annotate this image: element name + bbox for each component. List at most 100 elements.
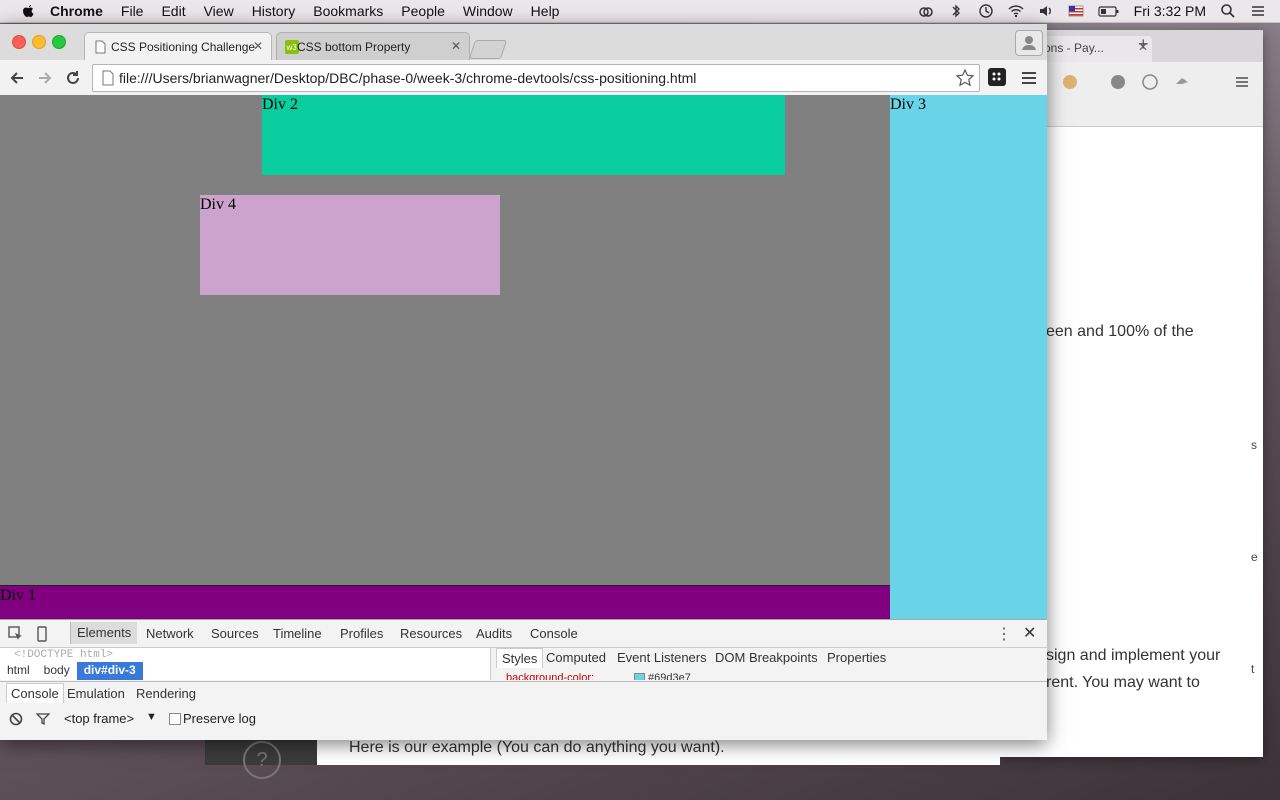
console-toolbar: <top frame> ▼ Preserve log <box>0 706 1047 732</box>
menu-icon[interactable] <box>1234 74 1250 90</box>
creative-cloud-icon[interactable] <box>918 3 934 19</box>
forward-arrow-icon[interactable] <box>36 69 54 87</box>
background-edge-letter: e <box>1251 550 1258 564</box>
tab-audits[interactable]: Audits <box>476 626 512 641</box>
tab-network[interactable]: Network <box>146 626 194 641</box>
tab-label: CSS Positioning Challenge <box>111 40 256 54</box>
filter-icon[interactable] <box>36 712 50 726</box>
drawer-tab-console[interactable]: Console <box>6 683 64 703</box>
zoom-window-button[interactable] <box>52 35 66 49</box>
menu-file[interactable]: File <box>121 3 144 19</box>
reload-icon[interactable] <box>64 69 82 87</box>
emoji-extension-icon[interactable] <box>1062 74 1078 90</box>
chat-extension-icon[interactable] <box>1110 74 1126 90</box>
new-tab-plus-icon[interactable]: + <box>1138 34 1149 55</box>
page-icon <box>95 40 106 54</box>
close-tab-icon[interactable]: ✕ <box>253 39 263 53</box>
tab-console[interactable]: Console <box>530 626 578 641</box>
dropdown-caret-icon[interactable]: ▼ <box>146 711 157 723</box>
background-tab-label: ons - Pay... <box>1044 41 1104 55</box>
new-tab-button[interactable] <box>468 40 508 59</box>
volume-icon[interactable] <box>1038 3 1054 19</box>
background-text-line-1: een and 100% of the <box>1046 323 1194 340</box>
menu-history[interactable]: History <box>252 3 296 19</box>
flag-icon[interactable] <box>1068 3 1084 19</box>
person-icon <box>1022 36 1036 50</box>
blackberry-extension-icon[interactable] <box>988 68 1006 86</box>
profile-button[interactable] <box>1015 30 1043 56</box>
breadcrumb-html[interactable]: html <box>0 662 37 680</box>
battery-icon[interactable] <box>1098 3 1120 19</box>
breadcrumb-div-3[interactable]: div#div-3 <box>76 662 143 680</box>
preserve-log-checkbox[interactable] <box>169 713 181 725</box>
tab-css-bottom-property[interactable]: w3 CSS bottom Property ✕ <box>276 32 470 61</box>
preserve-log-label[interactable]: Preserve log <box>183 711 256 726</box>
tab-properties[interactable]: Properties <box>827 650 886 665</box>
bird-extension-icon[interactable] <box>1174 74 1190 90</box>
time-machine-icon[interactable] <box>978 3 994 19</box>
color-swatch[interactable] <box>634 673 645 680</box>
minimize-window-button[interactable] <box>32 35 46 49</box>
menubar-clock[interactable]: Fri 3:32 PM <box>1134 3 1206 19</box>
url-text[interactable]: file:///Users/brianwagner/Desktop/DBC/ph… <box>119 70 696 86</box>
tab-profiles[interactable]: Profiles <box>340 626 383 641</box>
address-bar[interactable]: file:///Users/brianwagner/Desktop/DBC/ph… <box>92 64 980 92</box>
tab-elements[interactable]: Elements <box>70 622 138 644</box>
div-3: Div 3 <box>890 95 1047 619</box>
background-edge-letter: t <box>1251 662 1255 676</box>
style-rule-row: background-color: #69d3e7 <box>492 672 1047 680</box>
help-icon[interactable]: ? <box>243 741 281 779</box>
tab-event-listeners[interactable]: Event Listeners <box>617 650 707 665</box>
drawer-tab-rendering[interactable]: Rendering <box>136 686 196 701</box>
devtools-panel: Elements Network Sources Timeline Profil… <box>0 619 1047 740</box>
style-property[interactable]: background-color: <box>506 672 594 680</box>
menu-help[interactable]: Help <box>531 3 560 19</box>
menu-bookmarks[interactable]: Bookmarks <box>313 3 383 19</box>
device-mode-icon[interactable] <box>34 626 50 642</box>
div-1: Div 1 <box>0 585 890 619</box>
tab-css-positioning-challenge[interactable]: CSS Positioning Challenge ✕ <box>84 32 272 61</box>
chrome-window: CSS Positioning Challenge ✕ w3 CSS botto… <box>0 24 1047 740</box>
tab-dom-breakpoints[interactable]: DOM Breakpoints <box>715 650 818 665</box>
drawer-tab-emulation[interactable]: Emulation <box>67 686 125 701</box>
background-text-line-2: sign and implement your <box>1046 647 1221 664</box>
spotlight-search-icon[interactable] <box>1220 3 1236 19</box>
more-options-icon[interactable]: ⋮ <box>996 624 1012 644</box>
menu-icon[interactable] <box>1020 69 1038 87</box>
bluetooth-icon[interactable] <box>948 3 964 19</box>
doctype-line[interactable]: <!DOCTYPE html> <box>14 649 113 661</box>
div-2: Div 2 <box>262 95 785 175</box>
page-icon <box>102 70 114 86</box>
tab-sources[interactable]: Sources <box>211 626 259 641</box>
apple-icon[interactable] <box>20 3 36 19</box>
tab-computed[interactable]: Computed <box>546 650 606 665</box>
drawer-tab-bar: Console Emulation Rendering <box>0 681 1047 707</box>
globe-extension-icon[interactable] <box>1142 74 1158 90</box>
page-viewport: Div 2 Div 4 Div 3 Div 1 <box>0 95 1047 619</box>
example-text: Here is our example (You can do anything… <box>349 739 725 756</box>
tab-resources[interactable]: Resources <box>400 626 462 641</box>
background-tab[interactable]: ons - Pay... ✕ <box>1030 36 1152 62</box>
wifi-icon[interactable] <box>1008 3 1024 19</box>
menu-window[interactable]: Window <box>463 3 513 19</box>
menu-app-name[interactable]: Chrome <box>50 3 103 19</box>
clear-console-icon[interactable] <box>9 712 23 726</box>
menu-view[interactable]: View <box>204 3 234 19</box>
tab-bar: CSS Positioning Challenge ✕ w3 CSS botto… <box>0 24 1047 61</box>
close-window-button[interactable] <box>12 35 26 49</box>
close-devtools-icon[interactable]: ✕ <box>1023 623 1036 643</box>
inspect-element-icon[interactable] <box>8 626 24 642</box>
background-edge-letter: s <box>1251 438 1257 452</box>
style-value[interactable]: #69d3e7 <box>648 672 691 680</box>
frame-selector[interactable]: <top frame> <box>64 711 134 726</box>
tab-styles[interactable]: Styles <box>496 648 544 668</box>
back-arrow-icon[interactable] <box>8 69 26 87</box>
close-tab-icon[interactable]: ✕ <box>451 39 461 53</box>
notification-list-icon[interactable] <box>1250 3 1266 19</box>
breadcrumb-body[interactable]: body <box>37 662 77 680</box>
menu-edit[interactable]: Edit <box>161 3 185 19</box>
bookmark-star-icon[interactable] <box>955 68 975 88</box>
background-text-line-3: rent. You may want to <box>1046 674 1200 691</box>
menu-people[interactable]: People <box>401 3 445 19</box>
tab-timeline[interactable]: Timeline <box>273 626 322 641</box>
